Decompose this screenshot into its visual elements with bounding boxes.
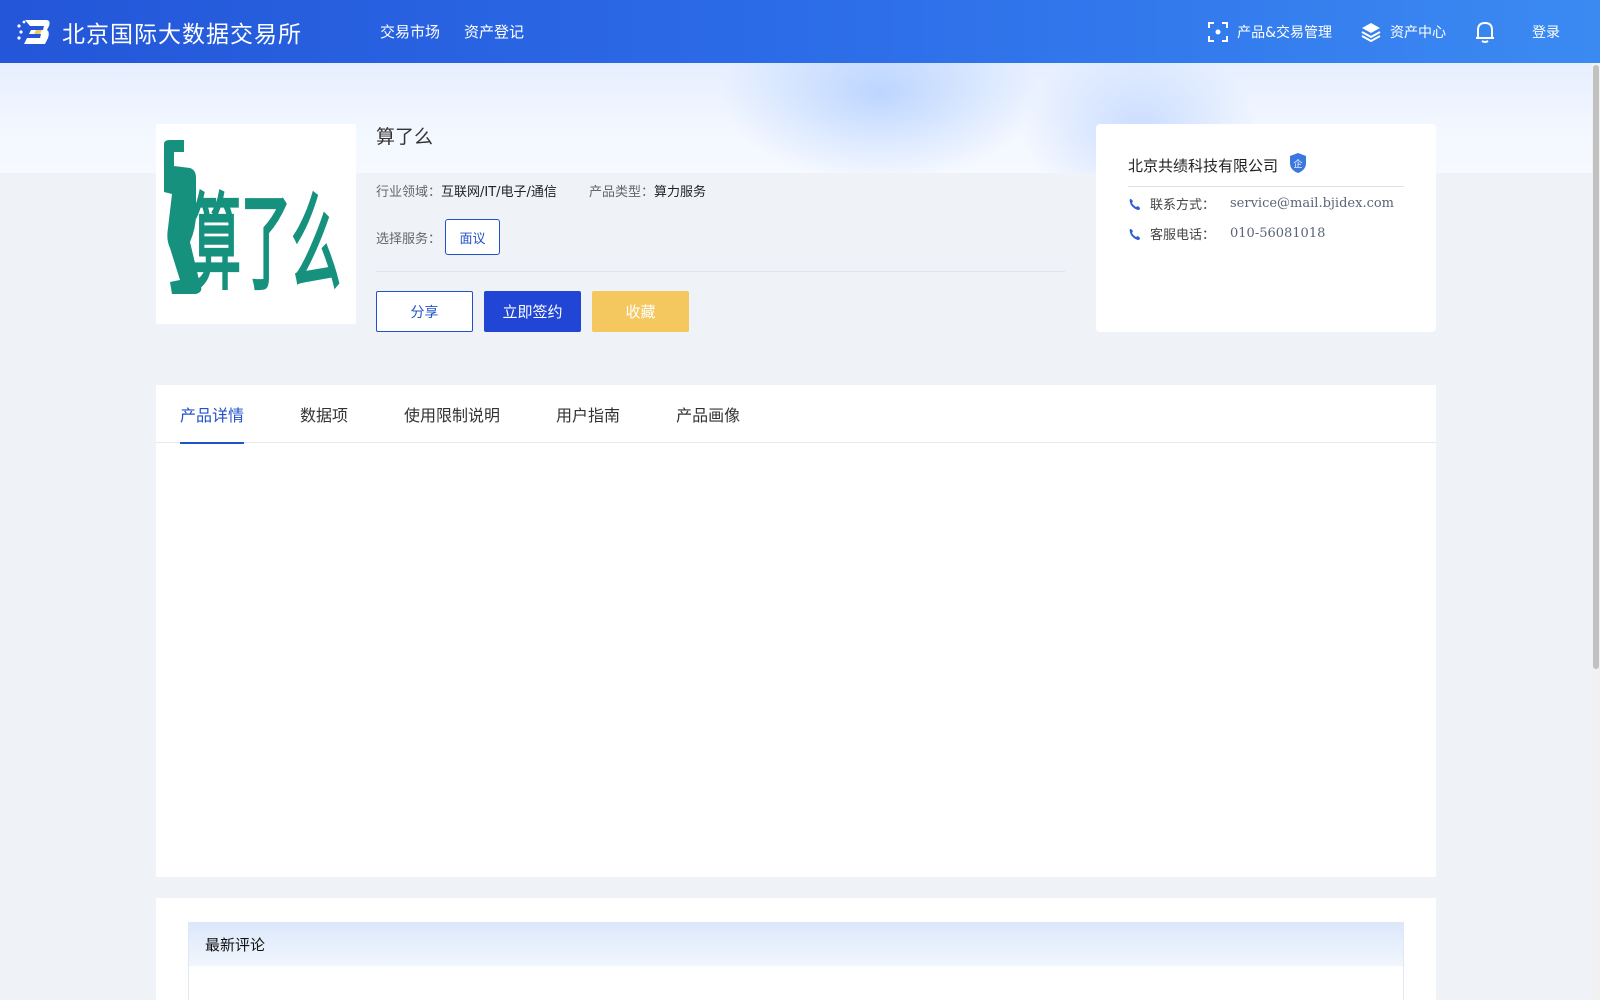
product-logo-text: 算了么 — [191, 184, 341, 306]
notifications-button[interactable] — [1474, 20, 1504, 44]
brand[interactable]: 北京国际大数据交易所 — [16, 15, 356, 49]
page-scrollbar[interactable] — [1592, 63, 1600, 1000]
favorite-button[interactable]: 收藏 — [592, 291, 689, 332]
industry-label: 行业领域： — [376, 185, 442, 200]
product-type-label: 产品类型： — [588, 185, 654, 200]
comments-body — [188, 966, 1404, 1000]
phone-label: 客服电话： — [1150, 228, 1216, 243]
tab-bar: 产品详情 数据项 使用限制说明 用户指南 产品画像 — [156, 385, 1436, 444]
product-logo-image: 算了么 — [156, 124, 356, 324]
service-option-negotiable[interactable]: 面议 — [445, 219, 501, 255]
sign-now-button[interactable]: 立即签约 — [484, 291, 581, 332]
contact-row: 联系方式： service@mail.bjidex.com — [1128, 194, 1394, 213]
comments-title: 最新评论 — [205, 936, 266, 954]
bjidex-logo-icon — [16, 16, 52, 48]
company-name-row: 北京共绩科技有限公司 企 — [1128, 152, 1308, 178]
asset-center-link[interactable]: 资产中心 — [1360, 21, 1446, 43]
share-button[interactable]: 分享 — [376, 291, 473, 332]
asset-center-label: 资产中心 — [1390, 24, 1446, 41]
tab-product-details[interactable]: 产品详情 — [180, 385, 245, 444]
divider — [376, 271, 1065, 272]
product-trade-management-label: 产品&交易管理 — [1237, 24, 1332, 41]
hero-decoration — [720, 63, 1040, 173]
product-type-value: 算力服务 — [653, 185, 706, 200]
enterprise-badge-text: 企 — [1294, 158, 1303, 170]
comments-header: 最新评论 — [188, 922, 1404, 966]
login-link[interactable]: 登录 — [1532, 22, 1560, 42]
header-actions: 产品&交易管理 资产中心 登录 — [1207, 0, 1600, 63]
phone-icon — [1129, 228, 1140, 240]
company-name: 北京共绩科技有限公司 — [1128, 156, 1279, 175]
nav-item-asset-registration[interactable]: 资产登记 — [464, 21, 524, 42]
main-nav: 交易市场 资产登记 — [380, 21, 548, 42]
phone-row: 客服电话： 010-56081018 — [1128, 224, 1325, 243]
tab-product-profile[interactable]: 产品画像 — [676, 385, 740, 443]
contact-email[interactable]: service@mail.bjidex.com — [1230, 196, 1394, 211]
tab-data-items[interactable]: 数据项 — [300, 385, 348, 443]
phone-icon — [1129, 198, 1140, 210]
service-label: 选择服务： — [376, 231, 442, 247]
tab-usage-restrictions[interactable]: 使用限制说明 — [404, 385, 500, 443]
tab-user-guide[interactable]: 用户指南 — [556, 385, 620, 443]
comments-section: 最新评论 — [156, 898, 1436, 1000]
product-title: 算了么 — [376, 126, 434, 148]
product-tab-panel: 产品详情 数据项 使用限制说明 用户指南 产品画像 — [156, 385, 1436, 877]
company-card: 北京共绩科技有限公司 企 联系方式： service@mail.bjidex.c… — [1096, 124, 1436, 332]
scrollbar-thumb[interactable] — [1593, 65, 1599, 669]
enterprise-verified-icon: 企 — [1288, 152, 1308, 178]
service-selector: 选择服务： 面议 — [376, 219, 501, 255]
nav-item-market[interactable]: 交易市场 — [380, 21, 440, 42]
divider — [1128, 186, 1404, 187]
product-meta: 行业领域：互联网/IT/电子/通信 产品类型：算力服务 — [376, 181, 738, 200]
top-navbar: 北京国际大数据交易所 交易市场 资产登记 产品&交易管理 资产中心 登录 — [0, 0, 1600, 63]
layers-icon — [1361, 22, 1381, 42]
product-trade-management-link[interactable]: 产品&交易管理 — [1207, 21, 1332, 43]
bell-icon — [1476, 21, 1494, 43]
contact-label: 联系方式： — [1150, 198, 1216, 213]
industry-value: 互联网/IT/电子/通信 — [441, 185, 557, 200]
phone-number: 010-56081018 — [1230, 226, 1326, 241]
brand-name: 北京国际大数据交易所 — [62, 21, 302, 48]
scan-focus-icon — [1208, 21, 1229, 42]
